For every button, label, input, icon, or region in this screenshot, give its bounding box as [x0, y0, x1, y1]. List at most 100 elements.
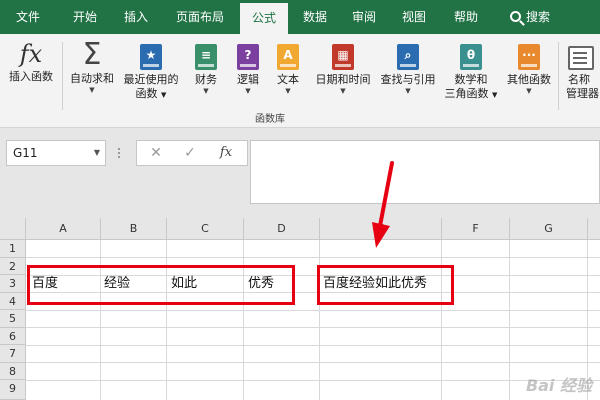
gridline — [319, 240, 320, 400]
more-book-icon: ··· — [518, 44, 540, 70]
math-trig-button[interactable]: θ 数学和 三角函数 ▼ — [442, 38, 500, 102]
formula-bar-area: G11 ▼ ✕ ✓ fx — [0, 128, 600, 218]
gridline — [26, 327, 600, 328]
recent-functions-label: 最近使用的 — [123, 73, 179, 86]
ribbon-formulas: fx 插入函数 Σ 自动求和 ▼ ★ 最近使用的 函数 ▼ ≡ 财务 ▼ ? 逻… — [0, 34, 600, 128]
insert-function-label: 插入函数 — [9, 70, 53, 83]
chevron-down-icon: ▼ — [526, 87, 532, 95]
star-book-icon: ★ — [140, 44, 162, 70]
fx-icon: fx — [19, 40, 43, 68]
chevron-down-icon: ▼ — [405, 87, 411, 95]
date-time-button[interactable]: ▦ 日期和时间 ▼ — [310, 38, 376, 96]
column-header-h[interactable] — [588, 218, 600, 240]
gridline — [26, 362, 600, 363]
row-header-3[interactable]: 3 — [0, 275, 26, 293]
math-trig-label: 数学和 — [454, 73, 488, 86]
search-label: 搜索 — [525, 10, 550, 24]
magnifier-book-icon: ⌕ — [397, 44, 419, 70]
name-manager-label-2: 管理器 — [566, 87, 599, 100]
group-label-function-library: 函数库 — [255, 114, 285, 125]
gridline — [243, 240, 244, 400]
tab-view[interactable]: 视图 — [390, 0, 438, 34]
tab-formulas[interactable]: 公式 — [240, 3, 288, 34]
row-header-1[interactable]: 1 — [0, 240, 26, 258]
enter-check-icon[interactable]: ✓ — [177, 141, 203, 165]
column-header-a[interactable]: A — [26, 218, 101, 240]
text-button[interactable]: A 文本 ▼ — [270, 38, 306, 96]
autosum-button[interactable]: Σ 自动求和 ▼ — [66, 38, 118, 95]
search-icon — [509, 11, 521, 22]
column-header-e[interactable]: E — [320, 218, 442, 240]
formula-bar-resize-handle[interactable] — [118, 146, 122, 160]
insert-function-fx-icon[interactable]: fx — [213, 141, 239, 165]
chevron-down-icon: ▼ — [285, 87, 291, 95]
formula-input[interactable] — [250, 140, 600, 204]
gridline — [509, 240, 510, 400]
highlight-box-result — [317, 265, 454, 305]
row-header-2[interactable]: 2 — [0, 257, 26, 275]
row-header-7[interactable]: 7 — [0, 345, 26, 363]
lookup-reference-button[interactable]: ⌕ 查找与引用 ▼ — [376, 38, 440, 96]
highlight-box-source — [27, 265, 295, 305]
financial-button[interactable]: ≡ 财务 ▼ — [186, 38, 226, 96]
chevron-down-icon: ▼ — [340, 87, 346, 95]
insert-function-button[interactable]: fx 插入函数 — [4, 38, 58, 84]
logical-label: 逻辑 — [237, 73, 259, 86]
name-manager-label: 名称 — [568, 73, 590, 86]
more-functions-label: 其他函数 — [507, 73, 551, 86]
baidu-watermark: Bai 经验 — [525, 376, 592, 395]
tab-insert[interactable]: 插入 — [112, 0, 160, 34]
name-manager-icon — [568, 46, 594, 70]
row-header-5[interactable]: 5 — [0, 310, 26, 328]
theta-book-icon: θ — [460, 44, 482, 70]
cancel-icon[interactable]: ✕ — [143, 141, 169, 165]
row-header-4[interactable]: 4 — [0, 292, 26, 310]
text-label: 文本 — [277, 73, 299, 86]
gridline — [100, 240, 101, 400]
tab-review[interactable]: 审阅 — [340, 0, 388, 34]
date-time-label: 日期和时间 — [315, 73, 371, 86]
ribbon-separator — [558, 42, 559, 110]
name-box[interactable]: G11 ▼ — [6, 140, 106, 166]
formula-buttons: ✕ ✓ fx — [136, 140, 248, 166]
tab-file[interactable]: 文件 — [8, 0, 48, 34]
chevron-down-icon: ▼ — [203, 87, 209, 95]
column-header-g[interactable]: G — [510, 218, 588, 240]
financial-label: 财务 — [195, 73, 217, 86]
more-functions-button[interactable]: ··· 其他函数 ▼ — [502, 38, 556, 96]
select-all-corner[interactable] — [0, 218, 26, 240]
tab-page-layout[interactable]: 页面布局 — [165, 0, 235, 34]
tab-data[interactable]: 数据 — [291, 0, 339, 34]
chevron-down-icon: ▼ — [89, 86, 95, 94]
recent-functions-button[interactable]: ★ 最近使用的 函数 ▼ — [120, 38, 182, 102]
worksheet-grid: A B C D E F G 1 2 3 4 5 6 7 8 9 百度 经验 如此… — [0, 218, 600, 400]
chevron-down-icon[interactable]: ▼ — [94, 141, 100, 165]
column-header-c[interactable]: C — [167, 218, 244, 240]
gridline — [166, 240, 167, 400]
tab-search[interactable]: 搜索 — [500, 0, 560, 34]
column-header-b[interactable]: B — [101, 218, 167, 240]
question-book-icon: ? — [237, 44, 259, 70]
logical-button[interactable]: ? 逻辑 ▼ — [230, 38, 266, 96]
coins-book-icon: ≡ — [195, 44, 217, 70]
row-header-9[interactable]: 9 — [0, 380, 26, 400]
row-header-8[interactable]: 8 — [0, 362, 26, 380]
chevron-down-icon: ▼ — [245, 87, 251, 95]
tab-help[interactable]: 帮助 — [442, 0, 490, 34]
column-header-d[interactable]: D — [244, 218, 320, 240]
calendar-book-icon: ▦ — [332, 44, 354, 70]
recent-functions-label-2: 函数 ▼ — [135, 87, 167, 100]
column-header-f[interactable]: F — [442, 218, 510, 240]
gridline — [26, 379, 600, 381]
gridline — [26, 257, 600, 258]
gridline — [26, 309, 600, 311]
ribbon-tab-bar: 文件 开始 插入 页面布局 公式 数据 审阅 视图 帮助 搜索 — [0, 0, 600, 34]
row-header-6[interactable]: 6 — [0, 327, 26, 345]
ribbon-separator — [62, 42, 63, 110]
text-book-icon: A — [277, 44, 299, 70]
chevron-down-icon: ▼ — [161, 91, 167, 99]
chevron-down-icon: ▼ — [492, 91, 498, 99]
tab-home[interactable]: 开始 — [60, 0, 110, 34]
lookup-reference-label: 查找与引用 — [380, 73, 436, 86]
name-manager-button[interactable]: 名称 管理器 — [562, 38, 600, 101]
